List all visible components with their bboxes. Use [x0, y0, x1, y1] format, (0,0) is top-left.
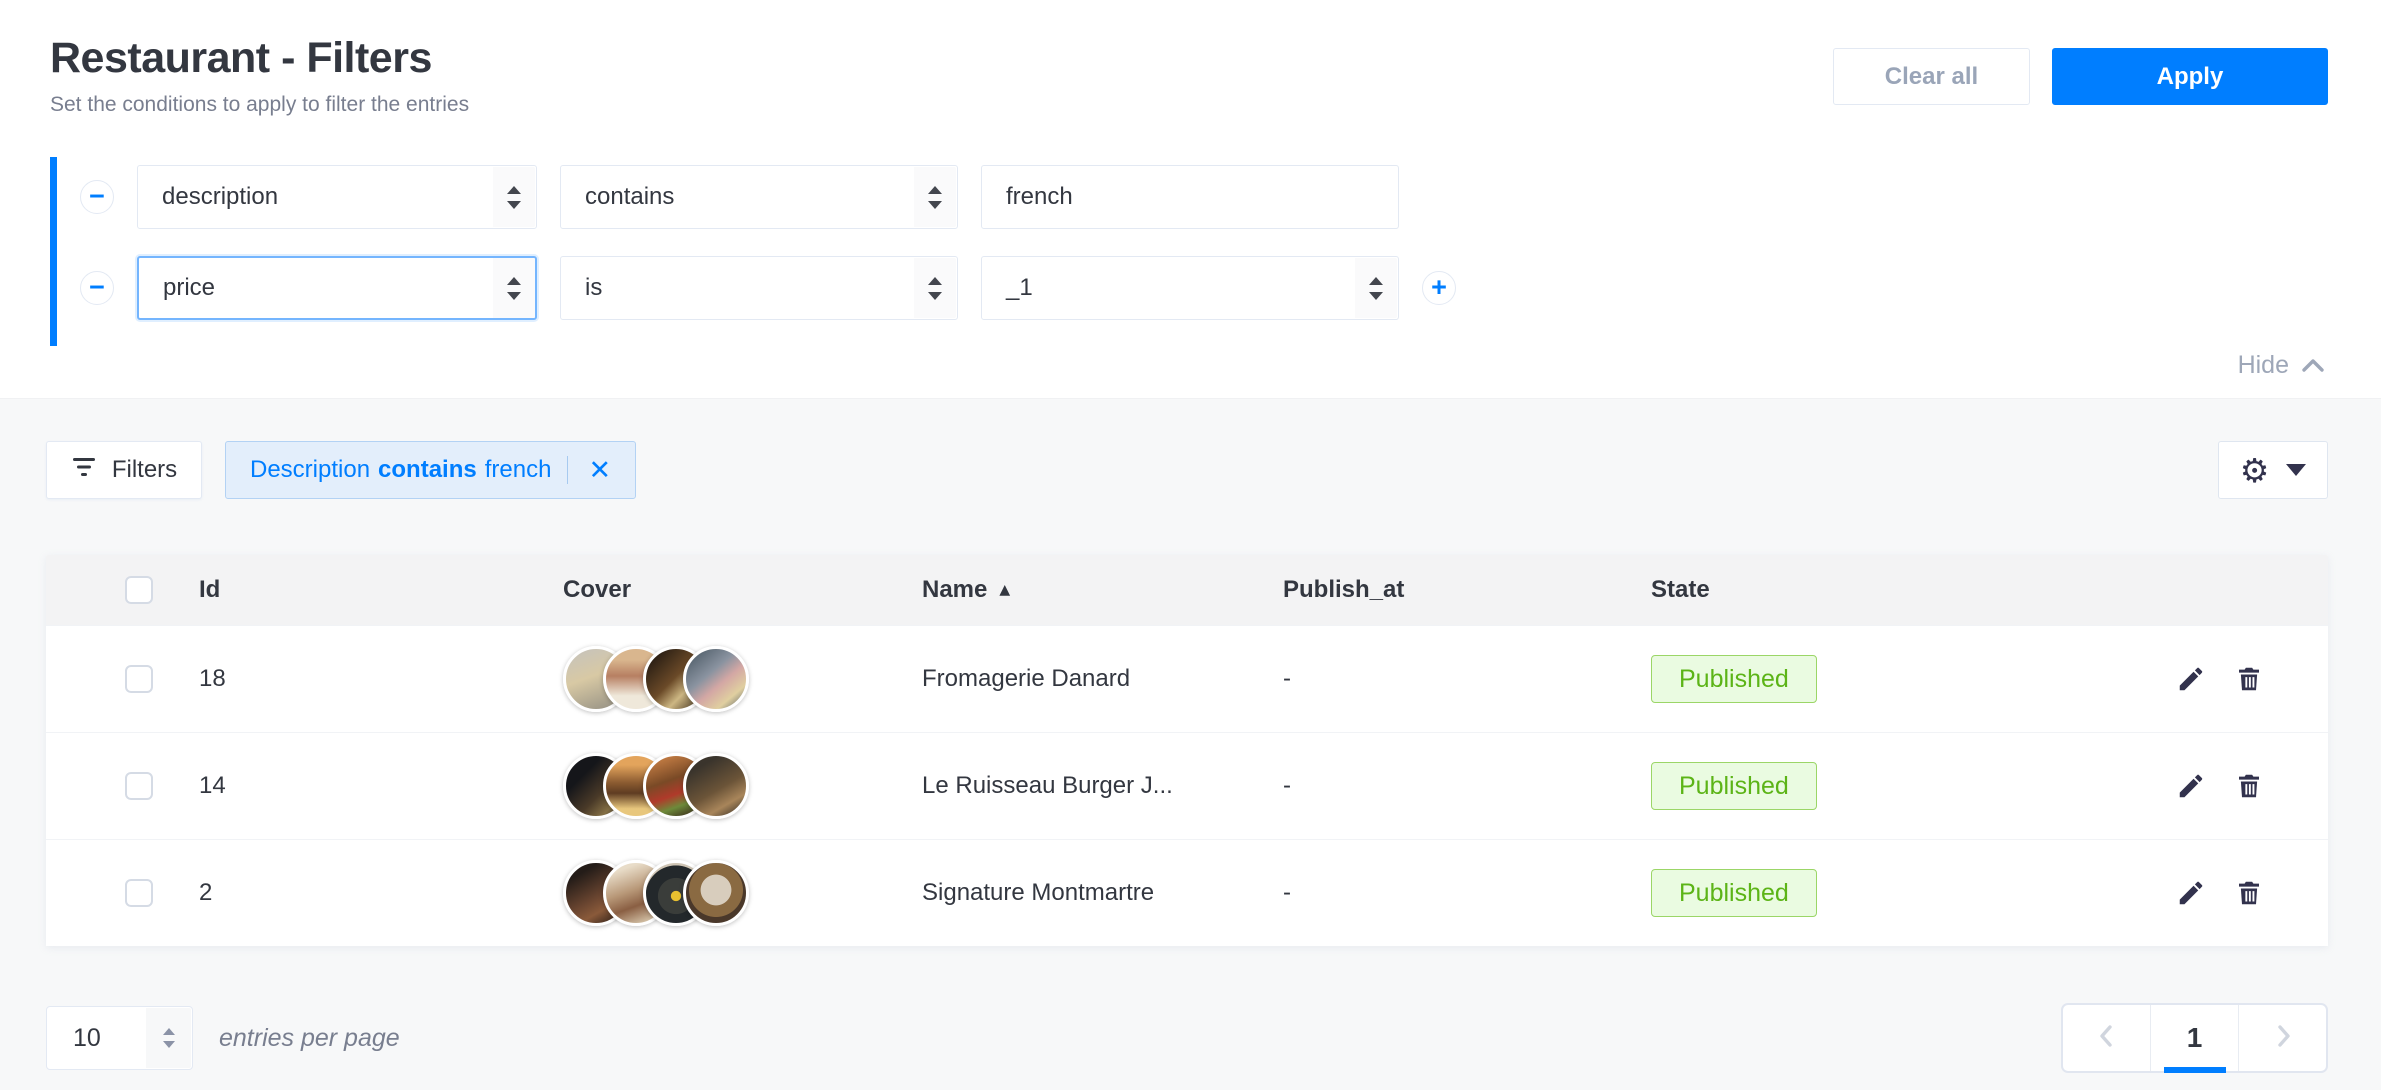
table-header-row: Id Cover Name ▲ Publish_at State	[46, 555, 2328, 625]
cover-image-stack	[563, 860, 922, 926]
filter-field-value: price	[163, 274, 215, 302]
chip-operator: contains	[378, 456, 477, 484]
hide-filters-link[interactable]: Hide	[2238, 351, 2325, 380]
pagination: 1	[2061, 1003, 2328, 1073]
filter-value-select[interactable]: _1	[981, 256, 1399, 320]
select-stepper-icon	[493, 258, 535, 318]
row-checkbox[interactable]	[125, 772, 153, 800]
caret-down-icon	[2286, 464, 2306, 476]
status-badge: Published	[1651, 762, 1817, 810]
filters-button-label: Filters	[112, 456, 177, 484]
previous-page-button[interactable]	[2063, 1005, 2150, 1071]
sort-asc-icon: ▲	[999, 582, 1010, 598]
cell-id: 2	[163, 879, 563, 907]
filter-operator-select[interactable]: contains	[560, 165, 958, 229]
page-title: Restaurant - Filters	[50, 34, 469, 83]
chevron-left-icon	[2094, 1023, 2120, 1054]
edit-icon[interactable]	[2174, 769, 2208, 803]
next-page-button[interactable]	[2238, 1005, 2326, 1071]
filter-operator-value: is	[585, 274, 602, 302]
filter-field-value: description	[162, 183, 278, 211]
close-icon[interactable]: ✕	[582, 455, 617, 486]
chip-field: Description	[250, 456, 370, 484]
add-filter-button[interactable]: +	[1422, 271, 1456, 305]
column-header-state[interactable]: State	[1651, 576, 2128, 604]
filter-value-text: _1	[1006, 274, 1033, 302]
filter-field-select[interactable]: description	[137, 165, 537, 229]
cover-image	[683, 860, 749, 926]
current-page-number: 1	[2187, 1022, 2203, 1054]
select-stepper-icon	[914, 167, 956, 227]
hide-label: Hide	[2238, 351, 2289, 380]
column-header-name[interactable]: Name ▲	[922, 576, 1283, 604]
entries-per-page-select[interactable]: 10	[46, 1006, 193, 1070]
filter-row: − description contains french	[80, 165, 2328, 229]
cover-image-stack	[563, 646, 922, 712]
column-header-cover: Cover	[563, 576, 922, 604]
filter-value-input[interactable]: french	[981, 165, 1399, 229]
filter-value-text: french	[1006, 183, 1073, 211]
cell-publish-at: -	[1283, 772, 1651, 800]
page-subtitle: Set the conditions to apply to filter th…	[50, 93, 469, 117]
trash-icon[interactable]	[2232, 876, 2266, 910]
chip-value: french	[485, 456, 552, 484]
chevron-up-icon	[2301, 351, 2325, 380]
remove-filter-button[interactable]: −	[80, 271, 114, 305]
cell-name: Le Ruisseau Burger J...	[922, 772, 1283, 800]
filter-icon	[71, 456, 97, 485]
edit-icon[interactable]	[2174, 876, 2208, 910]
chip-divider	[567, 456, 568, 484]
clear-all-button[interactable]: Clear all	[1833, 48, 2030, 105]
status-badge: Published	[1651, 655, 1817, 703]
entries-per-page-value: 10	[73, 1024, 101, 1053]
cover-image	[683, 753, 749, 819]
active-filter-chip[interactable]: Description contains french ✕	[225, 441, 636, 499]
cover-image	[683, 646, 749, 712]
cell-name: Signature Montmartre	[922, 879, 1283, 907]
filter-field-select-focused[interactable]: price	[137, 256, 537, 320]
column-header-publish-at[interactable]: Publish_at	[1283, 576, 1651, 604]
apply-button[interactable]: Apply	[2052, 48, 2328, 105]
select-stepper-icon	[493, 167, 535, 227]
remove-filter-button[interactable]: −	[80, 180, 114, 214]
row-checkbox[interactable]	[125, 665, 153, 693]
select-stepper-icon	[914, 258, 956, 318]
table-row[interactable]: 14 Le Ruisseau Burger J... - Published	[46, 732, 2328, 839]
column-header-id[interactable]: Id	[163, 576, 563, 604]
list-view-section: Filters Description contains french ✕ ⚙ …	[0, 398, 2381, 1090]
select-stepper-icon	[1355, 258, 1397, 318]
trash-icon[interactable]	[2232, 662, 2266, 696]
cell-publish-at: -	[1283, 879, 1651, 907]
page-number-button[interactable]: 1	[2150, 1005, 2238, 1071]
select-stepper-icon	[146, 1008, 191, 1068]
cell-publish-at: -	[1283, 665, 1651, 693]
entries-per-page-label: entries per page	[219, 1024, 400, 1053]
cell-name: Fromagerie Danard	[922, 665, 1283, 693]
table-row[interactable]: 2 Signature Montmartre - Published	[46, 839, 2328, 946]
settings-dropdown-button[interactable]: ⚙	[2218, 441, 2328, 499]
filters-button[interactable]: Filters	[46, 441, 202, 499]
cover-image-stack	[563, 753, 922, 819]
filter-operator-select[interactable]: is	[560, 256, 958, 320]
chevron-right-icon	[2270, 1023, 2296, 1054]
row-checkbox[interactable]	[125, 879, 153, 907]
status-badge: Published	[1651, 869, 1817, 917]
table-row[interactable]: 18 Fromagerie Danard - Published	[46, 625, 2328, 732]
entries-table: Id Cover Name ▲ Publish_at State 18 From…	[46, 555, 2328, 946]
filter-builder: − description contains french − price is	[50, 157, 2328, 346]
trash-icon[interactable]	[2232, 769, 2266, 803]
cell-id: 18	[163, 665, 563, 693]
select-all-checkbox[interactable]	[125, 576, 153, 604]
filter-operator-value: contains	[585, 183, 674, 211]
active-page-indicator	[2164, 1067, 2226, 1073]
cell-id: 14	[163, 772, 563, 800]
filters-panel: Restaurant - Filters Set the conditions …	[0, 0, 2381, 398]
edit-icon[interactable]	[2174, 662, 2208, 696]
gear-icon: ⚙	[2240, 454, 2270, 487]
filter-row: − price is _1 +	[80, 256, 2328, 320]
page-header: Restaurant - Filters Set the conditions …	[50, 34, 469, 117]
